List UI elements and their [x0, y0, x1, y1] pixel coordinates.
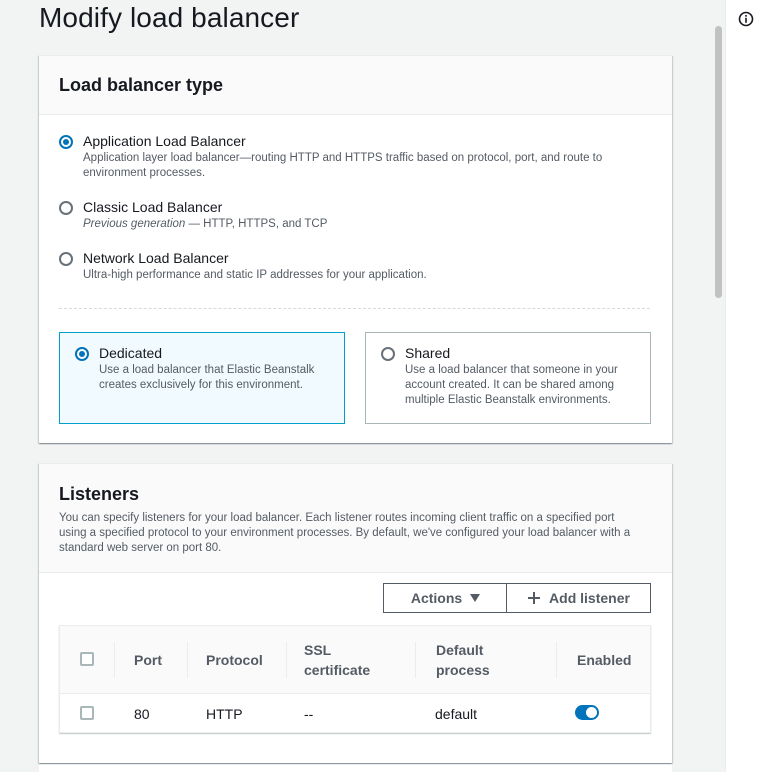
panel-title: Listeners — [59, 484, 140, 504]
actions-button[interactable]: Actions — [383, 583, 508, 613]
column-separator — [556, 642, 557, 678]
column-header-protocol[interactable]: Protocol — [188, 626, 286, 694]
divider — [59, 308, 650, 309]
panel-description: You can specify listeners for your load … — [59, 512, 631, 554]
radio-label: Application Load Balancer — [83, 133, 246, 149]
column-header-port[interactable]: Port — [116, 626, 186, 694]
row-checkbox[interactable] — [80, 706, 94, 720]
tile-dedicated[interactable]: Dedicated Use a load balancer that Elast… — [59, 332, 345, 424]
cell-process: default — [435, 706, 478, 722]
scrollbar-thumb[interactable] — [715, 26, 722, 298]
tile-description: Use a load balancer that Elastic Beansta… — [99, 364, 315, 391]
table-header: Port Protocol SSL certificate Default pr… — [60, 626, 650, 694]
next-panel-edge — [39, 764, 672, 772]
radio-description: Previous generation — HTTP, HTTPS, and T… — [83, 217, 653, 232]
panel-header: Listeners You can specify listeners for … — [39, 464, 672, 573]
radio-button-checked[interactable] — [59, 135, 73, 149]
radio-description: Application layer load balancer—routing … — [83, 152, 603, 179]
enabled-toggle[interactable] — [575, 705, 599, 720]
tile-label: Dedicated — [99, 345, 163, 361]
column-separator — [114, 642, 115, 678]
add-listener-button[interactable]: Add listener — [506, 583, 651, 613]
cell-ssl: -- — [304, 706, 314, 722]
column-header-ssl-certificate[interactable]: SSL certificate — [286, 626, 386, 694]
cell-protocol: HTTP — [206, 706, 243, 722]
panel-header: Load balancer type — [39, 56, 672, 115]
listeners-table: Port Protocol SSL certificate Default pr… — [59, 625, 651, 733]
radio-description-italic: Previous generation — [83, 218, 186, 230]
main-content: Modify load balancer Load balancer type … — [0, 0, 711, 772]
column-header-default-process[interactable]: Default process — [418, 626, 518, 694]
column-header-enabled[interactable]: Enabled — [559, 626, 649, 694]
tile-shared[interactable]: Shared Use a load balancer that someone … — [365, 332, 651, 424]
help-panel-rail — [725, 0, 765, 772]
load-balancer-type-panel: Load balancer type Application Load Bala… — [39, 55, 672, 443]
radio-description-rest: — HTTP, HTTPS, and TCP — [185, 218, 328, 230]
panel-title: Load balancer type — [59, 75, 224, 95]
select-all-checkbox[interactable] — [80, 652, 94, 666]
actions-button-label: Actions — [410, 590, 463, 606]
plus-icon — [528, 592, 541, 604]
radio-button[interactable] — [381, 347, 395, 361]
tile-label: Shared — [405, 345, 451, 361]
radio-button[interactable] — [59, 252, 73, 266]
radio-label: Network Load Balancer — [83, 250, 229, 266]
caret-down-icon — [470, 594, 481, 602]
listeners-panel: Listeners You can specify listeners for … — [39, 463, 672, 763]
radio-label: Classic Load Balancer — [83, 199, 223, 215]
add-listener-label: Add listener — [549, 590, 630, 606]
radio-description: Ultra-high performance and static IP add… — [83, 269, 427, 281]
page-title: Modify load balancer — [39, 2, 300, 33]
radio-button[interactable] — [59, 201, 73, 215]
column-separator — [415, 642, 416, 678]
tile-description: Use a load balancer that someone in your… — [405, 364, 618, 406]
cell-port: 80 — [134, 706, 150, 722]
info-icon[interactable] — [738, 11, 754, 27]
radio-button-checked[interactable] — [75, 347, 89, 361]
